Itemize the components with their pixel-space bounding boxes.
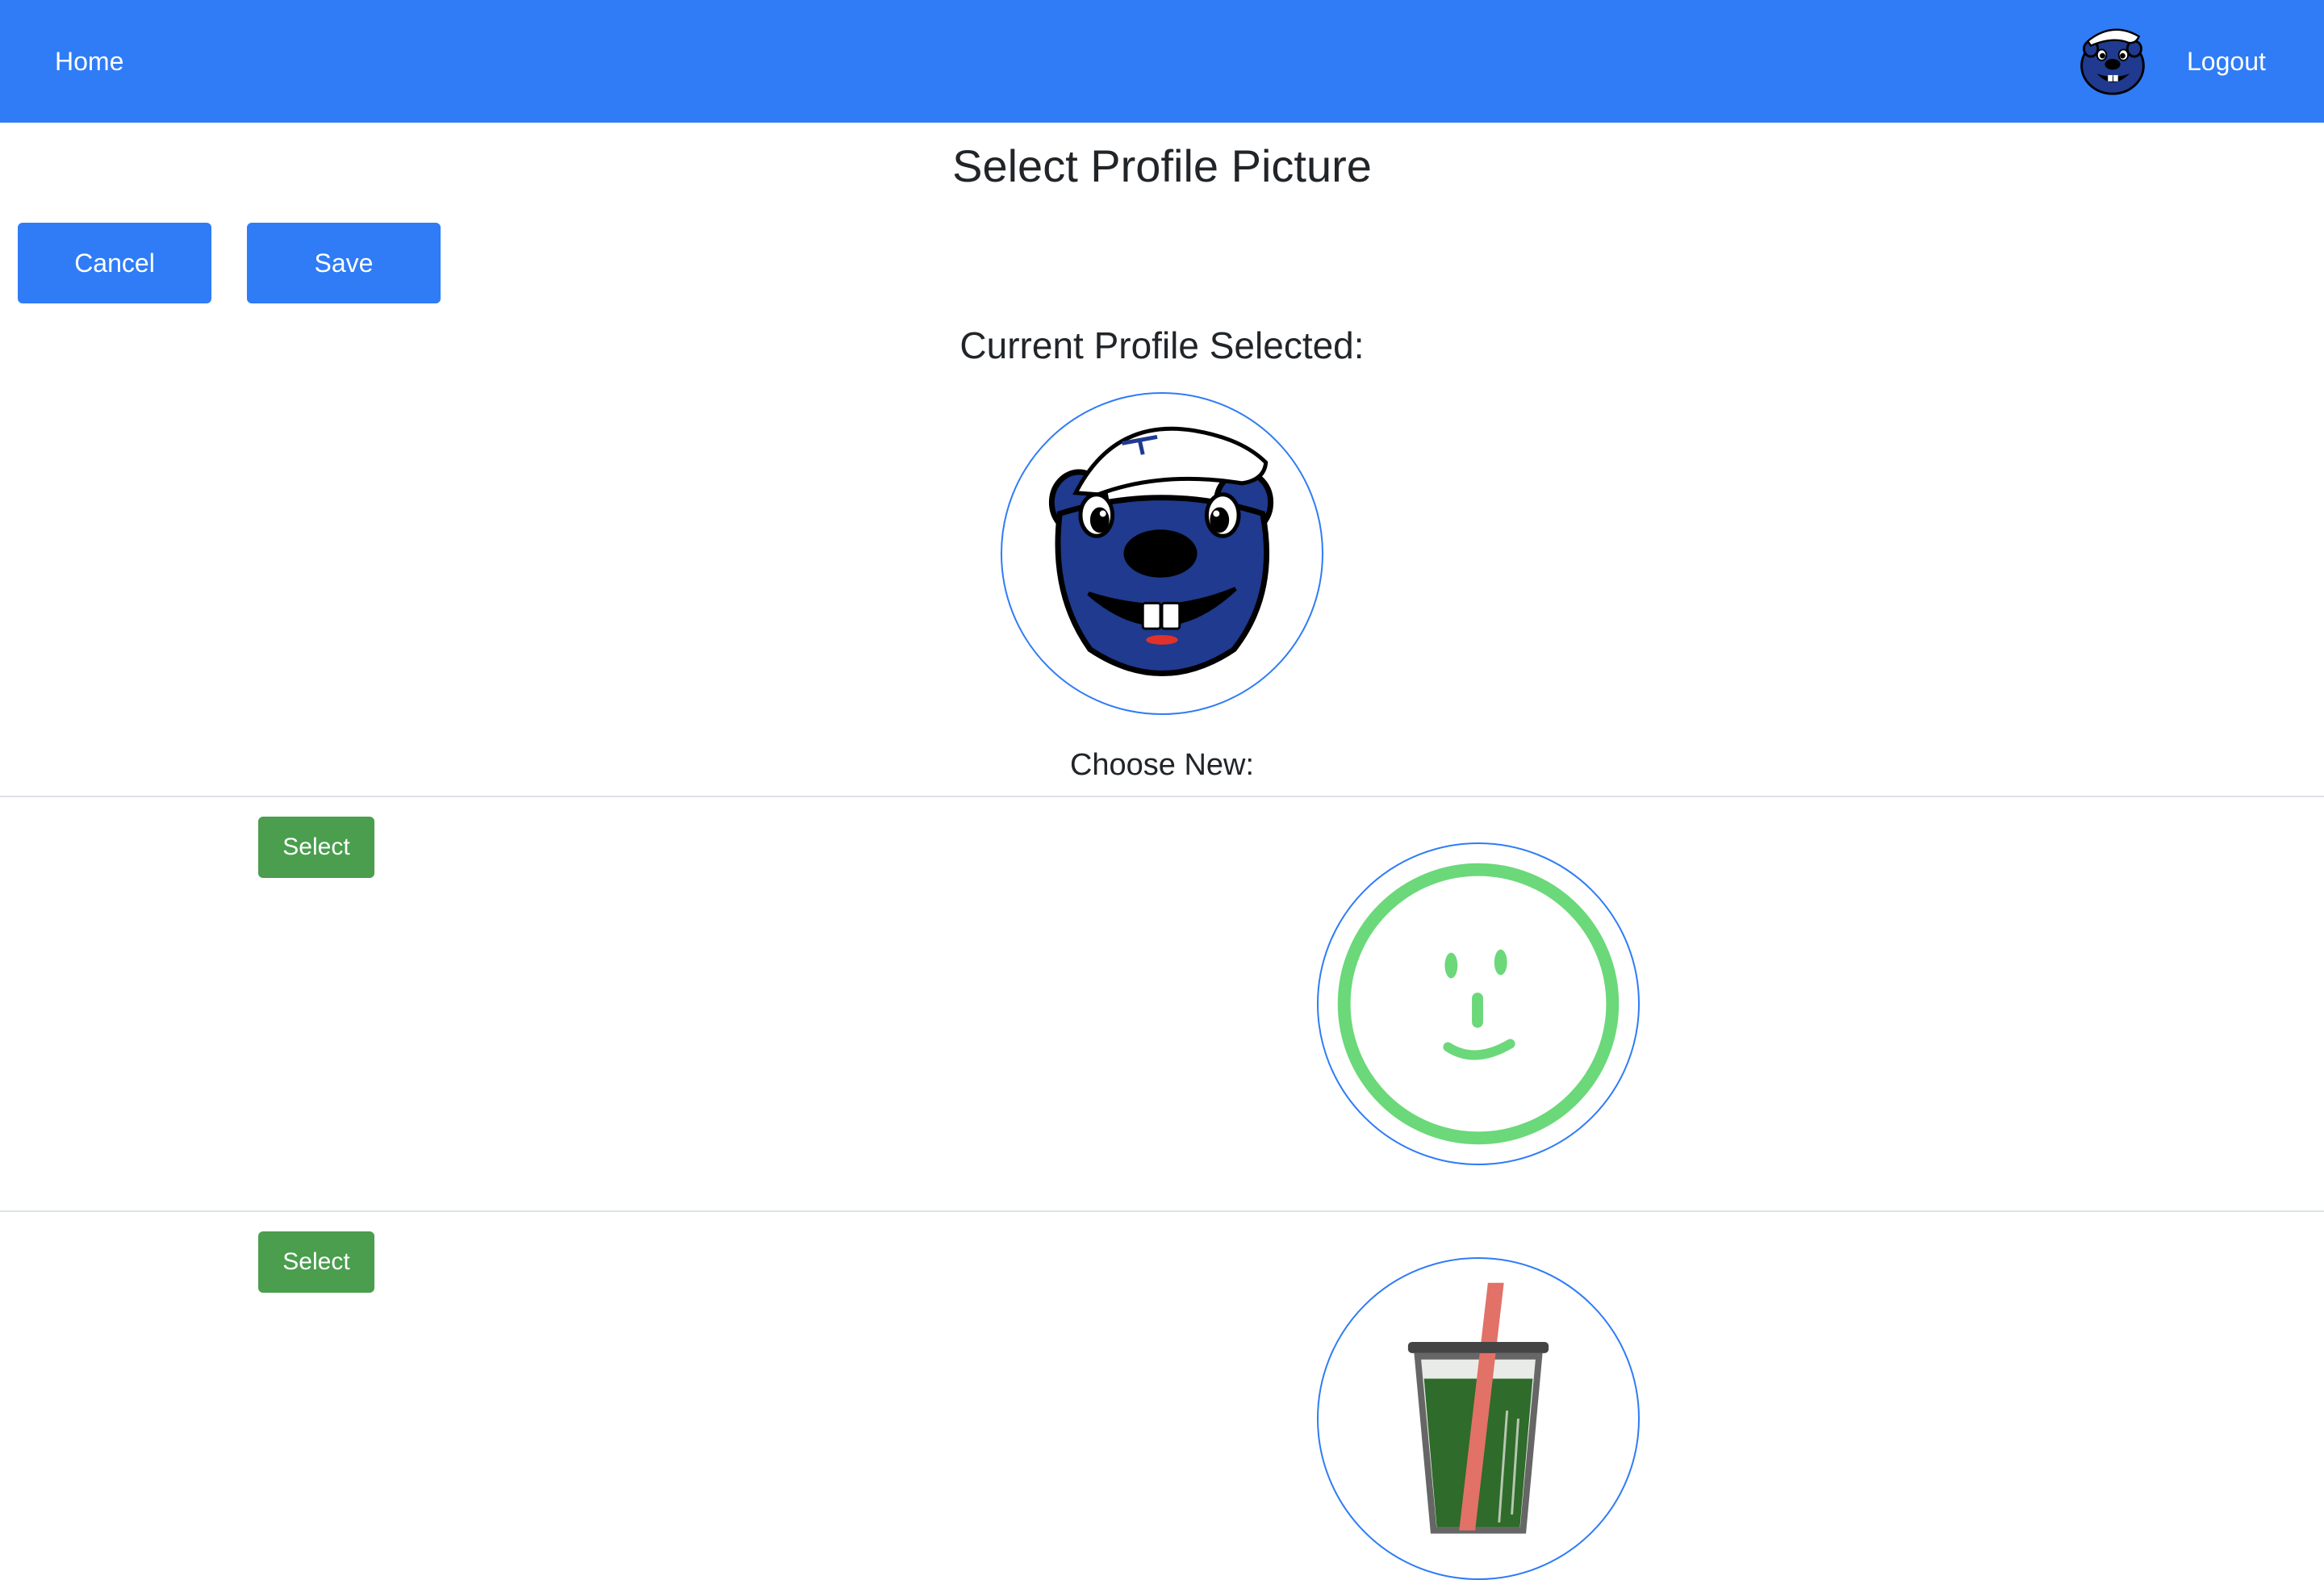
smiley-face-icon: [1337, 863, 1620, 1145]
current-profile-picture: [1001, 392, 1323, 715]
beaver-mascot-icon: [1048, 426, 1274, 676]
page-title: Select Profile Picture: [952, 140, 1372, 191]
cancel-button[interactable]: Cancel: [18, 223, 211, 303]
option-picture: [1317, 1257, 1640, 1580]
current-profile-heading: Current Profile Selected:: [959, 324, 1365, 366]
select-button[interactable]: Select: [258, 1231, 374, 1293]
home-link[interactable]: Home: [55, 45, 123, 77]
option-picture: [1317, 842, 1640, 1165]
select-button[interactable]: Select: [258, 817, 374, 878]
logout-link[interactable]: Logout: [2187, 45, 2266, 77]
choose-new-heading: Choose New:: [1069, 748, 1255, 782]
divider: [0, 1210, 2324, 1212]
divider: [0, 796, 2324, 797]
beaver-mascot-icon[interactable]: [2074, 19, 2151, 97]
save-button[interactable]: Save: [247, 223, 441, 303]
green-drink-cup-icon: [1407, 1282, 1549, 1534]
top-navbar: Home Logout: [0, 0, 2324, 123]
